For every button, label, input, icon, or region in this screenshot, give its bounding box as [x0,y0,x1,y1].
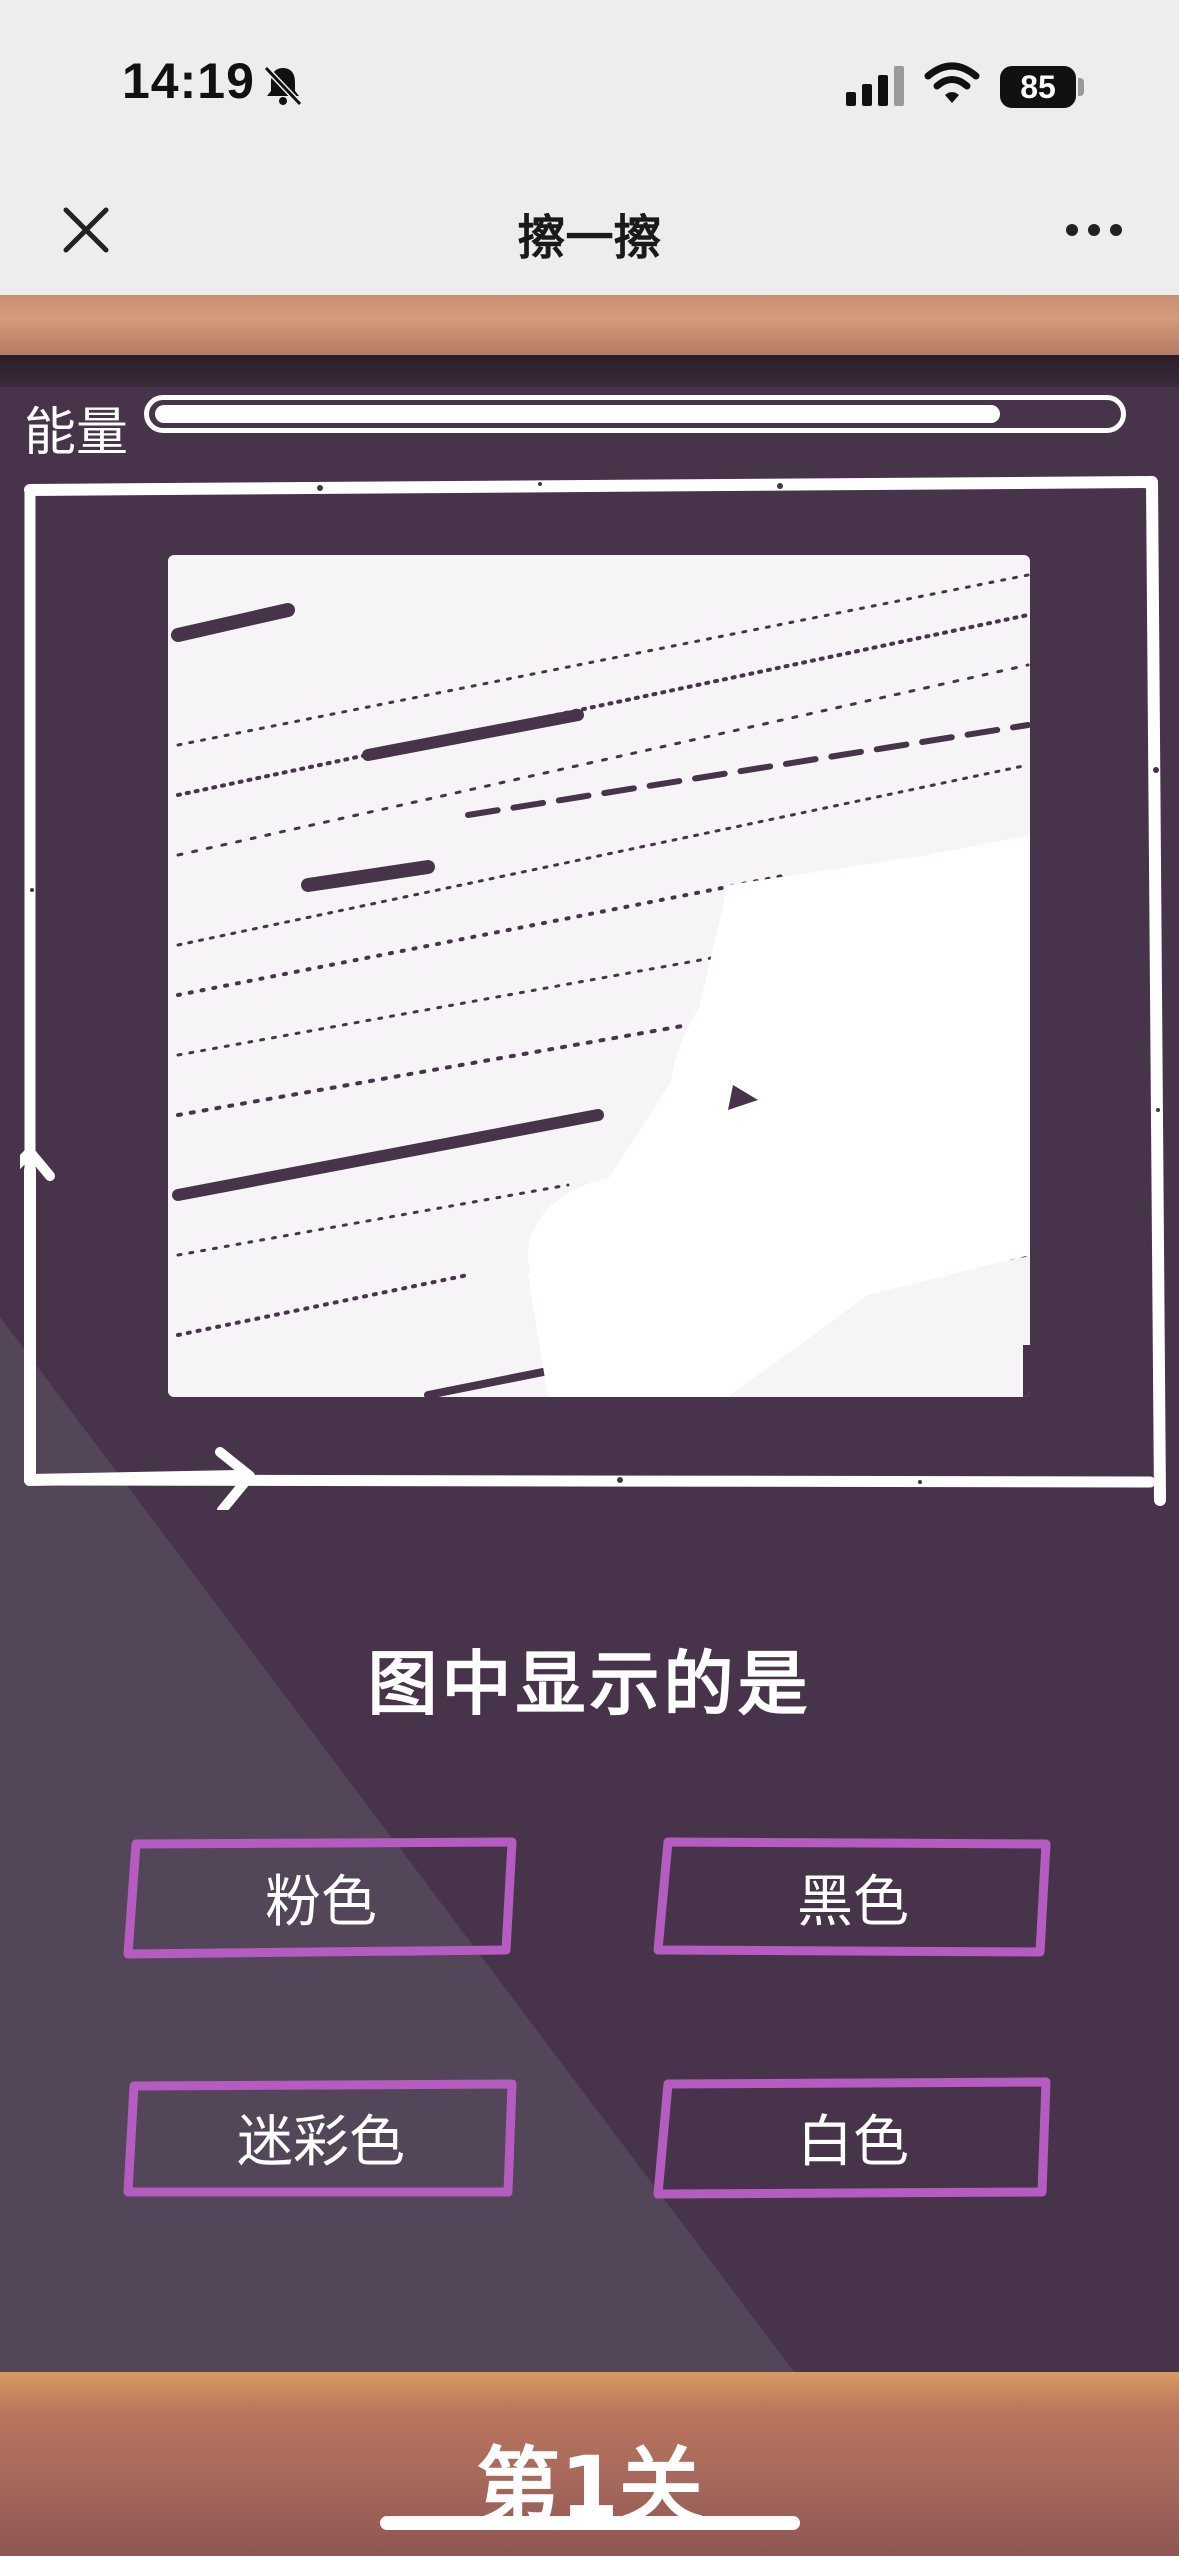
wood-frame-top [0,295,1179,355]
option-label: 粉色 [265,1869,377,1935]
option-pink[interactable]: 粉色 [120,1834,522,1960]
scratch-surface [168,555,1030,1397]
wood-frame-shadow [0,355,1179,387]
option-label: 白色 [797,2109,909,2175]
question-text: 图中显示的是 [367,1643,812,1725]
option-white[interactable]: 白色 [652,2074,1054,2200]
option-label: 迷彩色 [237,2109,405,2175]
status-bar: 14:19 85 [0,0,1179,170]
option-black[interactable]: 黑色 [652,1834,1054,1960]
nav-bar: 擦一擦 [0,170,1179,295]
energy-fill [155,405,1000,423]
page-title: 擦一擦 [517,210,662,266]
scratch-area[interactable] [168,555,1030,1397]
app-screen: 14:19 85 擦一擦 能量 图中显示的是 粉色 黑色 迷彩色 白色 第1关 [0,0,1179,2556]
bell-muted-icon [263,65,303,107]
battery-icon: 85 [1000,66,1076,108]
energy-bar [144,395,1126,433]
battery-tip [1078,78,1084,96]
status-time: 14:19 [122,53,255,109]
wifi-icon [924,62,980,103]
option-label: 黑色 [797,1869,909,1935]
signal-icon [846,66,904,106]
home-indicator[interactable] [380,2516,800,2530]
energy-label: 能量 [24,403,129,463]
option-camouflage[interactable]: 迷彩色 [120,2074,522,2200]
more-icon[interactable] [1064,212,1124,248]
